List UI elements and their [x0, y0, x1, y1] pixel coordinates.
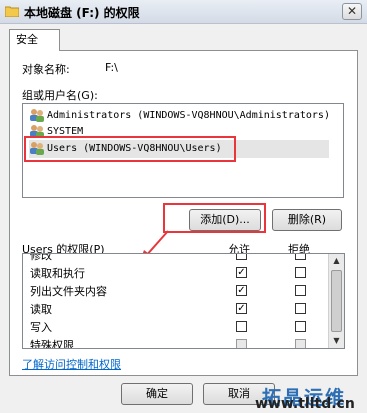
deny-checkbox[interactable]: [295, 321, 306, 332]
remove-button[interactable]: 删除(R): [272, 209, 342, 231]
groups-label: 组或用户名(G):: [22, 89, 98, 102]
perm-row-special: 特殊权限: [23, 336, 328, 349]
allow-checkbox[interactable]: [236, 321, 247, 332]
scroll-down-icon[interactable]: ▼: [329, 334, 344, 348]
deny-checkbox[interactable]: [295, 285, 306, 296]
ok-button[interactable]: 确定: [121, 383, 193, 405]
deny-checkbox[interactable]: [295, 267, 306, 278]
tab-security[interactable]: 安全: [9, 29, 60, 51]
allow-checkbox[interactable]: ✓: [236, 303, 247, 314]
allow-checkbox[interactable]: [236, 339, 247, 348]
watermark-url: www.tlltd.cn: [255, 396, 355, 412]
access-control-link[interactable]: 了解访问控制和权限: [22, 356, 121, 372]
perm-row-read-execute: 读取和执行 ✓: [23, 264, 328, 282]
scroll-thumb[interactable]: [331, 270, 342, 332]
close-icon: ✕: [346, 4, 358, 18]
perm-name: 读取: [30, 303, 52, 316]
deny-checkbox[interactable]: [295, 254, 306, 260]
allow-checkbox[interactable]: ✓: [236, 285, 247, 296]
window-title: 本地磁盘 (F:) 的权限: [24, 6, 140, 20]
object-name-label: 对象名称:: [22, 63, 70, 76]
perm-name: 列出文件夹内容: [30, 285, 107, 298]
close-button[interactable]: ✕: [342, 3, 362, 20]
perm-row-list-folder: 列出文件夹内容 ✓: [23, 282, 328, 300]
perm-row-read: 读取 ✓: [23, 300, 328, 318]
object-name-value: F:\: [105, 61, 118, 74]
perm-name: 修改: [30, 253, 52, 262]
perm-row-modify: 修改: [23, 253, 328, 264]
perm-name: 读取和执行: [30, 267, 85, 280]
list-item-label: Administrators (WINDOWS-VQ8HNOU\Administ…: [47, 110, 330, 121]
folder-icon: [5, 6, 19, 17]
allow-checkbox[interactable]: ✓: [236, 267, 247, 278]
perm-name: 特殊权限: [30, 339, 74, 349]
permissions-grid: 修改 读取和执行 ✓ 列出文件夹内容 ✓ 读取 ✓ 写入 特殊权限 ▲ ▼: [22, 253, 345, 349]
add-button-highlight-box: [163, 203, 266, 233]
users-highlight-box: [24, 136, 236, 162]
deny-checkbox[interactable]: [295, 303, 306, 314]
user-group-icon: [30, 109, 44, 122]
title-bar: 本地磁盘 (F:) 的权限 ✕: [0, 0, 367, 24]
perm-row-write: 写入: [23, 318, 328, 336]
deny-checkbox[interactable]: [295, 339, 306, 348]
allow-checkbox[interactable]: [236, 254, 247, 260]
perm-name: 写入: [30, 321, 52, 334]
permissions-scrollbar[interactable]: ▲ ▼: [328, 254, 344, 348]
scroll-up-icon[interactable]: ▲: [329, 254, 344, 268]
